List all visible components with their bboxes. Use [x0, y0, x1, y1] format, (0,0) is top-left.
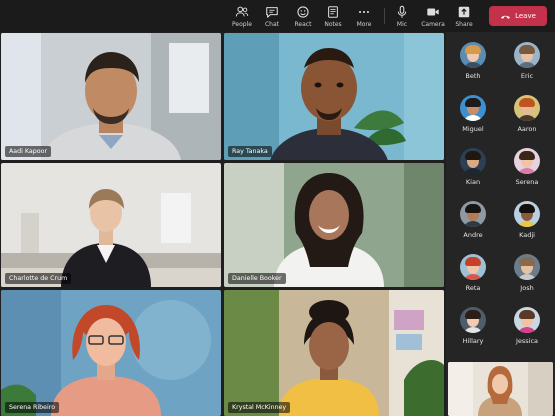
phone-hangup-icon [501, 15, 511, 19]
roster-participant[interactable]: Andre [453, 201, 493, 249]
chat-label: Chat [264, 21, 280, 28]
roster-participant[interactable]: Eric [507, 42, 547, 90]
share-button[interactable]: Share [448, 3, 480, 29]
participant-name: Beth [465, 72, 481, 80]
avatar [514, 95, 540, 121]
roster-participant[interactable]: Kadji [507, 201, 547, 249]
avatar [514, 42, 540, 68]
participant-name: Charlotte de Crum [5, 273, 72, 284]
participant-name: Josh [520, 284, 534, 292]
roster-participant[interactable]: Beth [453, 42, 493, 90]
participant-name: Kadji [519, 231, 535, 239]
avatar [514, 254, 540, 280]
more-button[interactable]: More [348, 3, 380, 29]
participant-name: Eric [520, 72, 534, 80]
avatar [460, 307, 486, 333]
video-tile[interactable]: Danielle Booker [224, 163, 444, 287]
participant-name: Danielle Booker [228, 273, 286, 284]
avatar [460, 148, 486, 174]
participant-name: Jessica [515, 337, 539, 345]
video-tile[interactable]: Charlotte de Crum [1, 163, 221, 287]
more-label: More [356, 21, 372, 28]
participant-name: Kian [465, 178, 481, 186]
chat-icon [266, 7, 278, 18]
share-label: Share [455, 21, 473, 28]
chat-button[interactable]: Chat [256, 3, 288, 29]
participant-name: Hillary [462, 337, 484, 345]
react-button[interactable]: React [287, 3, 319, 29]
avatar [514, 307, 540, 333]
toolbar-divider [384, 8, 385, 24]
leave-label: Leave [515, 12, 536, 20]
camera-label: Camera [421, 21, 445, 28]
leave-button[interactable]: Leave [489, 6, 547, 26]
avatar-video [1, 290, 221, 416]
participant-name: Serena [515, 178, 539, 186]
camera-button[interactable]: Camera [417, 3, 449, 29]
participant-video [1, 163, 221, 287]
more-icon [359, 10, 369, 14]
participant-name: Serena Ribeiro [5, 402, 60, 413]
participant-name: Ray Tanaka [228, 146, 272, 157]
notes-label: Notes [324, 21, 342, 28]
react-icon [297, 6, 309, 18]
roster-participant[interactable]: Aaron [507, 95, 547, 143]
self-video-preview[interactable] [448, 362, 553, 416]
notes-button[interactable]: Notes [317, 3, 349, 29]
camera-icon [427, 8, 439, 16]
roster-participant[interactable]: Serena [507, 148, 547, 196]
roster-participant[interactable]: Josh [507, 254, 547, 302]
avatar [514, 201, 540, 227]
participant-name: Krystal McKinney [228, 402, 291, 413]
avatar [460, 254, 486, 280]
mic-button[interactable]: Mic [386, 3, 418, 29]
participant-name: Andre [463, 231, 483, 239]
meeting-toolbar: People Chat React Notes More Mic Camera … [0, 0, 555, 32]
participant-name: Reta [465, 284, 481, 292]
roster-participant[interactable]: Kian [453, 148, 493, 196]
mic-icon [397, 5, 407, 18]
mic-label: Mic [396, 21, 408, 28]
roster-participant[interactable]: Miguel [453, 95, 493, 143]
avatar-video [224, 33, 444, 160]
notes-icon [328, 6, 338, 18]
participant-video [1, 33, 221, 160]
video-tile[interactable]: Aadi Kapoor [1, 33, 221, 160]
roster-participant[interactable]: Reta [453, 254, 493, 302]
roster-participant[interactable]: Jessica [507, 307, 547, 355]
video-tile[interactable]: Serena Ribeiro [1, 290, 221, 416]
avatar [460, 95, 486, 121]
avatar [460, 201, 486, 227]
roster-participant[interactable]: Hillary [453, 307, 493, 355]
self-video [448, 362, 553, 416]
avatar-video [224, 290, 444, 416]
participant-name: Miguel [462, 125, 484, 133]
avatar [460, 42, 486, 68]
video-tile[interactable]: Ray Tanaka [224, 33, 444, 160]
share-icon [458, 6, 470, 18]
react-label: React [294, 21, 312, 28]
people-icon [235, 6, 249, 17]
participant-name: Aaron [517, 125, 537, 133]
avatar [514, 148, 540, 174]
people-label: People [232, 21, 252, 28]
video-tile[interactable]: Krystal McKinney [224, 290, 444, 416]
people-button[interactable]: People [226, 3, 258, 29]
participant-video [224, 163, 444, 287]
participant-name: Aadi Kapoor [5, 146, 52, 157]
